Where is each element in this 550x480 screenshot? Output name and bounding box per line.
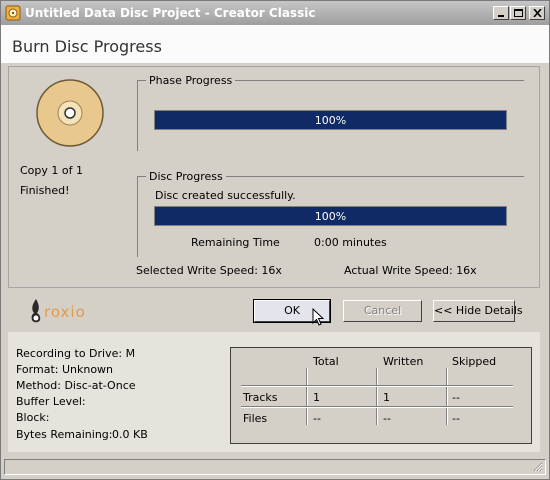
column-header-total: Total [313,355,339,368]
column-header-skipped: Skipped [452,355,497,368]
close-button[interactable] [529,6,545,20]
column-header-written: Written [383,355,424,368]
hide-details-button[interactable]: << Hide Details [433,300,523,322]
minimize-button[interactable] [493,6,509,20]
row-label-tracks: Tracks [243,391,278,404]
table-divider [376,368,378,425]
resize-grip-icon[interactable] [532,461,543,472]
disc-progress-message: Disc created successfully. [155,189,296,202]
status-bar [4,459,546,475]
roxio-creator-icon [5,5,21,21]
disc-progress-label: 100% [314,210,347,223]
cancel-button[interactable]: Cancel [343,300,422,322]
burn-progress-window: Untitled Data Disc Project - Creator Cla… [0,0,550,480]
bytes-remaining-value: 0.0 KB [112,428,148,441]
disc-progress-bar: 100% [154,206,507,226]
row-label-files: Files [243,412,268,425]
write-method: Method: Disc-at-Once [16,379,136,392]
files-skipped: -- [452,412,460,425]
files-written: -- [383,412,391,425]
disc-format: Format: Unknown [16,363,114,376]
disc-icon [36,79,104,147]
tracks-skipped: -- [452,391,460,404]
bytes-remaining-label: Bytes Remaining: [16,428,113,441]
actual-write-speed: Actual Write Speed: 16x [344,264,477,277]
burn-status: Finished! [20,184,70,197]
table-divider [241,385,513,387]
files-total: -- [313,412,321,425]
maximize-icon [514,9,523,17]
disc-progress-group: Disc Progress Disc created successfully.… [137,170,524,257]
copy-counter: Copy 1 of 1 [20,164,83,177]
recording-drive: Recording to Drive: M [16,347,136,360]
mouse-cursor-icon [312,308,325,326]
phase-progress-group: Phase Progress 100% [137,74,524,151]
roxio-logo: roxio [28,297,108,327]
table-divider [306,368,308,425]
window-title: Untitled Data Disc Project - Creator Cla… [25,6,316,20]
selected-write-speed: Selected Write Speed: 16x [136,264,282,277]
page-title: Burn Disc Progress [12,37,162,56]
block-label: Block: [16,411,50,424]
stats-table: Total Written Skipped Tracks 1 1 -- File… [230,347,532,444]
title-bar[interactable]: Untitled Data Disc Project - Creator Cla… [1,1,549,25]
minimize-icon [498,15,504,17]
remaining-time-value: 0:00 minutes [314,236,387,249]
phase-progress-label: 100% [314,114,347,127]
logo-text: roxio [44,303,86,321]
close-icon [533,9,542,17]
tracks-total: 1 [313,391,320,404]
buffer-level: Buffer Level: [16,395,86,408]
phase-progress-title: Phase Progress [146,74,236,87]
tracks-written: 1 [383,391,390,404]
progress-panel: Copy 1 of 1 Finished! Phase Progress 100… [8,66,540,288]
table-divider [241,406,513,408]
phase-progress-bar: 100% [154,110,507,130]
maximize-button[interactable] [510,6,526,20]
disc-progress-title: Disc Progress [146,170,226,183]
dialog-header: Burn Disc Progress [1,25,549,63]
table-divider [446,368,448,425]
remaining-time-label: Remaining Time [191,236,280,249]
roxio-flame-icon [31,299,41,323]
